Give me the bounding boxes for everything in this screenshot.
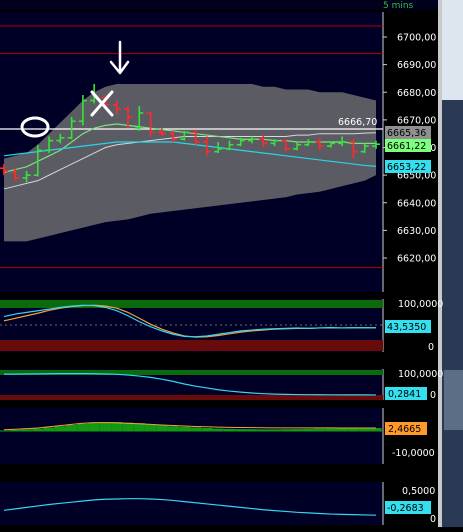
macd-histogram-bar (99, 422, 112, 432)
price-tick-label: 6680,00 (397, 88, 436, 99)
macd-histogram-bar (0, 430, 10, 432)
price-tick-label: 6700,00 (397, 33, 436, 44)
price-tick-label: 6670,00 (397, 115, 436, 126)
window-border (438, 0, 442, 527)
macd-histogram-bar (268, 429, 281, 432)
price-tick-label: 6630,00 (397, 226, 436, 237)
macd-histogram-bar (32, 428, 44, 432)
momentum-axis-top: 100,0000 (398, 369, 443, 380)
macd-histogram-bar (9, 429, 21, 432)
price-tick-label: 6640,00 (397, 198, 436, 209)
cci-axis-bottom: 0 (430, 514, 436, 525)
macd-histogram-bar (144, 424, 157, 432)
cci-tag: -0,2683 (387, 503, 424, 514)
upper-band-tag: 6665,36 (387, 128, 426, 139)
macd-histogram-bar (190, 427, 202, 432)
macd-histogram-bar (325, 428, 337, 432)
macd-histogram-bar (77, 423, 89, 432)
macd-histogram-bar (291, 429, 303, 432)
price-tick-label: 6690,00 (397, 60, 436, 71)
momentum-axis-bottom: 0 (430, 390, 436, 401)
macd-histogram-bar (359, 428, 371, 432)
ma-tag: 6653,22 (387, 162, 426, 173)
macd-histogram-bar (212, 428, 224, 432)
macd-histogram-bar (156, 425, 168, 432)
macd-tag: 2,4665 (388, 424, 421, 435)
macd-panel-bg (0, 408, 383, 464)
last-price-tag: 6661,22 (387, 141, 426, 152)
oversold-zone (0, 340, 383, 351)
macd-axis-bottom: -10,0000 (392, 448, 435, 459)
white-level-tag: 6666,70 (338, 117, 377, 128)
macd-histogram-bar (302, 428, 314, 432)
momentum-bottom-zone (0, 395, 383, 400)
macd-histogram-bar (235, 429, 247, 432)
macd-histogram-bar (257, 429, 269, 432)
desktop-wallpaper-lower (444, 370, 463, 430)
macd-histogram-bar (201, 428, 213, 432)
macd-histogram-bar (336, 428, 348, 432)
macd-histogram-bar (88, 422, 100, 432)
timeframe-label: 5 mins (383, 1, 414, 11)
price-tick-label: 6620,00 (397, 254, 436, 265)
macd-histogram-bar (280, 429, 292, 432)
stoch-axis-bottom: 0 (428, 342, 434, 353)
macd-histogram-bar (314, 428, 326, 432)
momentum-tag: 0,2841 (388, 389, 421, 400)
macd-histogram-bar (223, 428, 236, 432)
macd-histogram-bar (66, 425, 78, 432)
trading-chart-window: 5 mins 6700,006690,006680,006670,006660,… (0, 0, 463, 527)
macd-histogram-bar (370, 428, 382, 432)
macd-histogram-bar (20, 429, 33, 432)
header-bar (0, 0, 438, 10)
overbought-zone (0, 300, 383, 308)
macd-histogram-bar (246, 429, 258, 432)
macd-histogram-bar (43, 427, 55, 432)
macd-histogram-bar (347, 428, 360, 432)
chart-canvas[interactable]: 5 mins 6700,006690,006680,006670,006660,… (0, 0, 463, 527)
macd-histogram-bar (178, 426, 190, 432)
stoch-axis-top: 100,0000 (398, 299, 443, 310)
macd-histogram-bar (54, 426, 66, 432)
cci-axis-top: 0,5000 (402, 486, 435, 497)
stoch-tag: 43,5350 (387, 322, 426, 333)
desktop-wallpaper (442, 0, 463, 100)
macd-histogram-bar (167, 426, 179, 432)
